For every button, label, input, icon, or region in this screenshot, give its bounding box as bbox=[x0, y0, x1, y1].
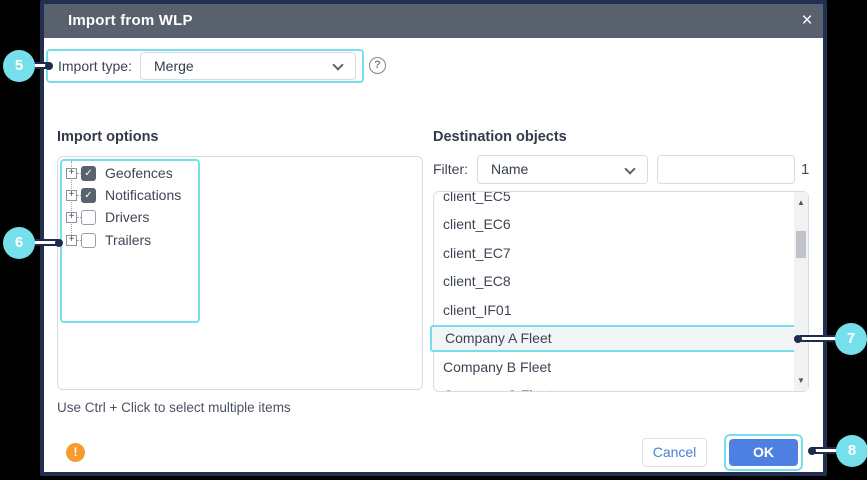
callout-5: 5 bbox=[3, 50, 35, 82]
expand-icon[interactable]: + bbox=[66, 190, 77, 201]
filter-label: Filter: bbox=[433, 155, 468, 184]
list-item-label: Company A Fleet bbox=[445, 327, 552, 350]
cancel-button[interactable]: Cancel bbox=[642, 438, 707, 467]
callout-7-dot bbox=[794, 335, 802, 343]
callout-5-dot bbox=[45, 62, 53, 70]
list-item[interactable]: client_EC8 bbox=[443, 267, 511, 295]
scrollbar[interactable] bbox=[794, 192, 808, 391]
import-options-heading: Import options bbox=[57, 129, 159, 145]
list-item[interactable]: client_EC7 bbox=[443, 239, 511, 267]
expand-icon[interactable]: + bbox=[66, 235, 77, 246]
import-type-label: Import type: bbox=[58, 49, 132, 83]
callout-8-dot bbox=[808, 447, 816, 455]
filter-by-select[interactable]: Name bbox=[477, 155, 648, 184]
callout-8: 8 bbox=[836, 435, 867, 467]
scroll-down-icon[interactable]: ▼ bbox=[794, 374, 808, 388]
ok-button[interactable]: OK bbox=[729, 439, 798, 466]
chevron-down-icon bbox=[624, 163, 635, 174]
import-type-select[interactable]: Merge bbox=[140, 52, 356, 80]
filter-by-value: Name bbox=[491, 156, 528, 183]
warning-icon: ! bbox=[66, 443, 85, 462]
checkbox-unchecked[interactable] bbox=[81, 233, 96, 248]
list-item[interactable]: client_EC6 bbox=[443, 210, 511, 238]
filter-input[interactable] bbox=[657, 155, 795, 184]
chevron-down-icon bbox=[332, 59, 343, 70]
tree-item-geofences[interactable]: + ✓ Geofences bbox=[66, 162, 173, 184]
callout-6-dot bbox=[55, 239, 63, 247]
result-count: 1 bbox=[801, 155, 809, 184]
callout-7: 7 bbox=[835, 323, 867, 355]
list-item[interactable]: client_IF01 bbox=[443, 296, 511, 324]
help-icon[interactable]: ? bbox=[369, 57, 386, 74]
checkbox-unchecked[interactable] bbox=[81, 210, 96, 225]
callout-6: 6 bbox=[3, 227, 35, 259]
expand-icon[interactable]: + bbox=[66, 212, 77, 223]
scrollbar-thumb[interactable] bbox=[796, 231, 806, 258]
tree-item-notifications[interactable]: + ✓ Notifications bbox=[66, 184, 181, 206]
list-item[interactable]: client_EC5 bbox=[443, 192, 511, 210]
list-item-selected[interactable]: Company A Fleet bbox=[430, 325, 806, 352]
tree-item-label: Geofences bbox=[105, 165, 173, 181]
close-icon[interactable]: × bbox=[793, 4, 821, 38]
tree-item-label: Trailers bbox=[105, 232, 151, 248]
scroll-up-icon[interactable]: ▲ bbox=[794, 196, 808, 210]
tree-item-trailers[interactable]: + Trailers bbox=[66, 229, 151, 251]
dialog-title: Import from WLP bbox=[68, 4, 193, 38]
screen: Import from WLP × Import type: Merge ? I… bbox=[0, 0, 867, 480]
destination-list-viewport: client_EC5 client_EC6 client_EC7 client_… bbox=[434, 192, 808, 391]
checkbox-checked[interactable]: ✓ bbox=[81, 166, 96, 181]
tree-item-label: Notifications bbox=[105, 187, 181, 203]
tree-item-label: Drivers bbox=[105, 209, 149, 225]
multi-select-hint: Use Ctrl + Click to select multiple item… bbox=[57, 400, 291, 415]
import-type-value: Merge bbox=[154, 53, 194, 79]
list-item[interactable]: Company B Fleet bbox=[443, 353, 551, 381]
destination-objects-heading: Destination objects bbox=[433, 129, 567, 145]
expand-icon[interactable]: + bbox=[66, 168, 77, 179]
callout-7-connector bbox=[800, 335, 836, 342]
checkbox-checked[interactable]: ✓ bbox=[81, 188, 96, 203]
tree-item-drivers[interactable]: + Drivers bbox=[66, 206, 149, 228]
list-item[interactable]: Company C Fleet bbox=[443, 381, 552, 391]
